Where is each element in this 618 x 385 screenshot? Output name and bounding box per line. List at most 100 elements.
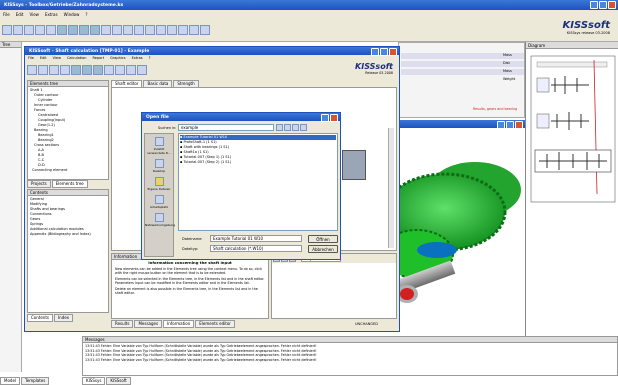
menu-item[interactable]: Calculation xyxy=(67,56,87,60)
close-button[interactable] xyxy=(389,48,397,56)
kisssoft-toolbar: KISSsoft Release 03-2008 xyxy=(25,61,399,79)
tool-icon[interactable] xyxy=(126,65,136,75)
system-diagram[interactable] xyxy=(529,54,617,204)
graphics-icon[interactable] xyxy=(93,65,103,75)
minimize-button[interactable] xyxy=(590,1,598,9)
contents-panel: Contents General Modifying Shafts and be… xyxy=(27,189,109,313)
tab-templates[interactable]: Templates xyxy=(21,377,50,385)
file-item[interactable]: ▪ Tutorial-007 (Step 2) (1 S1) xyxy=(180,160,336,165)
cut-icon[interactable] xyxy=(46,24,56,35)
close-button[interactable] xyxy=(330,114,338,122)
place-documents[interactable]: Eigene Dateien xyxy=(145,177,173,191)
menu-item[interactable]: Edit xyxy=(16,12,24,17)
tab-elements-editor[interactable]: Elements editor xyxy=(195,320,235,328)
menu-item[interactable]: View xyxy=(53,56,61,60)
view-menu-icon[interactable] xyxy=(300,124,307,131)
open-button[interactable]: Öffnen xyxy=(308,235,338,243)
new-icon[interactable] xyxy=(27,65,37,75)
tree-item[interactable]: Connecting element xyxy=(30,168,106,173)
up-folder-icon[interactable] xyxy=(284,124,291,131)
gear-properties: Mass Dist Mass Weight Results, gears and… xyxy=(398,42,525,118)
menu-item[interactable]: File xyxy=(28,56,34,60)
tab-model[interactable]: Model xyxy=(0,377,21,385)
open-icon[interactable] xyxy=(38,65,48,75)
tab-projects[interactable]: Projects xyxy=(27,180,51,188)
tab-kisssoft[interactable]: KISSsoft xyxy=(106,377,131,385)
cancel-button[interactable]: Abbrechen xyxy=(308,245,338,253)
report-icon[interactable] xyxy=(82,65,92,75)
tool-icon[interactable] xyxy=(104,65,114,75)
save-icon[interactable] xyxy=(49,65,59,75)
shaft-icon[interactable] xyxy=(79,24,89,35)
menu-item[interactable]: Report xyxy=(92,56,104,60)
tool-icon[interactable] xyxy=(178,24,188,35)
maximize-button[interactable] xyxy=(380,48,388,56)
look-in-select[interactable]: example xyxy=(178,124,274,131)
print-icon[interactable] xyxy=(60,65,70,75)
print-icon[interactable] xyxy=(35,24,45,35)
tab-information[interactable]: Information xyxy=(163,320,195,328)
tool-icon[interactable] xyxy=(112,24,122,35)
tool-icon[interactable] xyxy=(189,24,199,35)
help-button[interactable] xyxy=(321,114,329,122)
look-in-label: Suchen in: xyxy=(158,126,177,130)
tab-messages[interactable]: Messages xyxy=(134,320,163,328)
save-icon[interactable] xyxy=(24,24,34,35)
menu-item[interactable]: Edit xyxy=(40,56,47,60)
place-network[interactable]: Netzwerkumgebung xyxy=(145,213,175,227)
menu-item[interactable]: File xyxy=(3,12,10,17)
tab-index[interactable]: Index xyxy=(54,314,74,322)
information-paragraph: Elements can be selected in the Elements… xyxy=(115,277,265,285)
filename-label: Dateiname: xyxy=(182,237,203,241)
menu-item[interactable]: ? xyxy=(149,56,151,60)
filename-input[interactable]: Example Tutorial 01 W10 xyxy=(210,235,302,242)
message-line: 13:51:43 Fehler: Eine Variable von Typ H… xyxy=(85,357,317,362)
new-icon[interactable] xyxy=(2,24,12,35)
tool-icon[interactable] xyxy=(134,24,144,35)
back-icon[interactable] xyxy=(276,124,283,131)
dialog-title-bar: Open file xyxy=(142,113,340,122)
place-desktop[interactable]: Desktop xyxy=(145,159,173,173)
bearing-icon[interactable] xyxy=(90,24,100,35)
tool-icon[interactable] xyxy=(101,24,111,35)
tool-icon[interactable] xyxy=(145,24,155,35)
file-name: ProfoShaft-1 (1 S1) xyxy=(183,140,217,144)
tab-contents[interactable]: Contents xyxy=(27,314,53,322)
tool-icon[interactable] xyxy=(156,24,166,35)
tool-icon[interactable] xyxy=(200,24,210,35)
close-button[interactable] xyxy=(515,121,523,129)
tab-elements-tree[interactable]: Elements tree xyxy=(51,180,88,188)
maximize-button[interactable] xyxy=(506,121,514,129)
calculate-icon[interactable] xyxy=(57,24,67,35)
tool-icon[interactable] xyxy=(115,65,125,75)
menu-item[interactable]: Graphics xyxy=(110,56,125,60)
close-button[interactable] xyxy=(608,1,616,9)
minimize-button[interactable] xyxy=(371,48,379,56)
information-title: Information concerning the shaft input xyxy=(148,260,232,265)
new-folder-icon[interactable] xyxy=(292,124,299,131)
place-computer[interactable]: Arbeitsplatz xyxy=(145,195,173,209)
calculate-icon[interactable] xyxy=(71,65,81,75)
file-name: Tutorial-007 (Step 1) (1 S1) xyxy=(183,155,232,159)
menu-item[interactable]: View xyxy=(29,12,39,17)
menu-item[interactable]: ? xyxy=(85,12,87,17)
app-title: KISSsys - Toolbox/Getriebe/Zahnradsystem… xyxy=(4,2,124,8)
minimize-button[interactable] xyxy=(497,121,505,129)
desktop-icon xyxy=(154,159,164,168)
maximize-button[interactable] xyxy=(599,1,607,9)
editor-scrollbar[interactable] xyxy=(388,128,394,248)
filetype-select[interactable]: Shaft calculation (*.W10) xyxy=(210,245,302,252)
main-toolbar xyxy=(0,18,618,42)
tool-icon[interactable] xyxy=(123,24,133,35)
open-icon[interactable] xyxy=(13,24,23,35)
tab-kisssys[interactable]: KISSsys xyxy=(82,377,106,385)
place-recent[interactable]: Zuletzt verwendete D... xyxy=(145,137,173,155)
help-icon[interactable] xyxy=(137,65,147,75)
menu-item[interactable]: Extras xyxy=(45,12,58,17)
gear-icon[interactable] xyxy=(68,24,78,35)
tab-results[interactable]: Results xyxy=(111,320,134,328)
menu-item[interactable]: Extras xyxy=(132,56,143,60)
menu-item[interactable]: Window xyxy=(64,12,80,17)
contents-item[interactable]: Appendix (Bibliography and Index) xyxy=(30,232,106,237)
tool-icon[interactable] xyxy=(167,24,177,35)
